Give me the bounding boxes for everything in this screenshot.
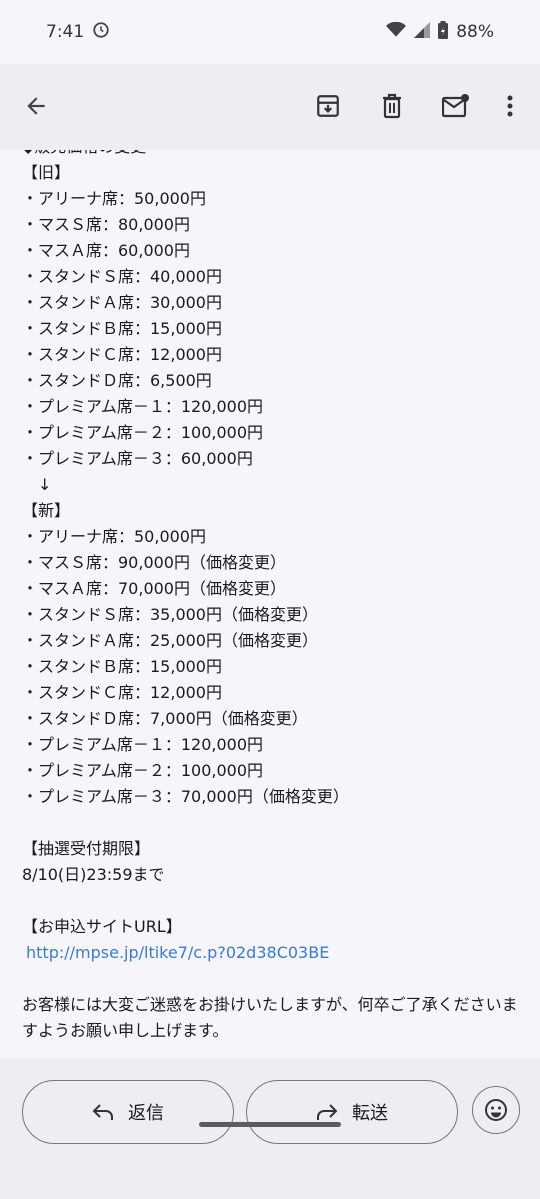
top-app-bar <box>0 64 540 150</box>
status-bar: 7:41 88% <box>0 0 540 64</box>
list-item: ・マスＡ席：70,000円（価格変更） <box>22 579 286 598</box>
list-item: ・スタンドＢ席：15,000円 <box>22 319 222 338</box>
battery-percent: 88% <box>456 22 494 42</box>
list-item: ・スタンドＢ席：15,000円 <box>22 657 222 676</box>
reply-label: 返信 <box>128 1103 164 1124</box>
arrow-back-icon <box>27 97 45 115</box>
site-url-link[interactable]: http://mpse.jp/ltike7/c.p?02d38C03BE <box>22 940 522 966</box>
old-prices-header: 【旧】 <box>22 163 71 182</box>
signal-icon <box>414 21 431 43</box>
forward-button[interactable]: 転送 <box>246 1080 458 1144</box>
trash-icon <box>383 93 401 119</box>
archive-button[interactable] <box>306 84 350 128</box>
more-vert-icon <box>507 95 513 117</box>
apology-paragraph: お客様には大変ご迷惑をお掛けいたしますが、何卒ご了承くださいますようお願い申し上… <box>22 995 518 1040</box>
list-item: ・マスＳ席：80,000円 <box>22 215 190 234</box>
list-item: ・スタンドＣ席：12,000円 <box>22 683 222 702</box>
list-item: ・プレミアム席－３：70,000円（価格変更） <box>22 787 349 806</box>
new-price-list: ・アリーナ席：50,000円 ・マスＳ席：90,000円（価格変更） ・マスＡ席… <box>22 524 522 810</box>
price-change-heading: ◆販売価格の変更 <box>22 150 522 160</box>
list-item: ・スタンドＤ席：6,500円 <box>22 371 212 390</box>
site-url-header: 【お申込サイトURL】 <box>22 917 182 936</box>
list-item: ・スタンドＣ席：12,000円 <box>22 345 222 364</box>
down-arrow: ↓ <box>38 475 52 494</box>
reply-icon <box>92 1104 113 1120</box>
mail-body: ◆販売価格の変更 【旧】 ・アリーナ席：50,000円 ・マスＳ席：80,000… <box>0 150 540 1058</box>
emoji-reaction-button[interactable] <box>472 1086 520 1134</box>
list-item: ・スタンドＡ席：30,000円 <box>22 293 222 312</box>
list-item: ・スタンドＡ席：25,000円（価格変更） <box>22 631 318 650</box>
more-options-button[interactable] <box>490 84 530 128</box>
list-item: ・スタンドＤ席：7,000円（価格変更） <box>22 709 308 728</box>
mark-unread-icon <box>442 94 469 118</box>
back-button[interactable] <box>14 84 58 128</box>
list-item: ・プレミアム席－２：100,000円 <box>22 761 264 780</box>
deadline-header: 【抽選受付期限】 <box>22 839 151 858</box>
battery-icon <box>438 20 449 44</box>
wifi-icon <box>386 21 407 43</box>
bottom-action-bar: 返信 転送 <box>0 1058 540 1199</box>
deadline-value: 8/10(日)23:59まで <box>22 865 165 884</box>
list-item: ・プレミアム席－３：60,000円 <box>22 449 253 468</box>
mark-unread-button[interactable] <box>434 84 478 128</box>
delete-button[interactable] <box>370 84 414 128</box>
mail-content: ◆販売価格の変更 【旧】 ・アリーナ席：50,000円 ・マスＳ席：80,000… <box>22 150 522 1058</box>
list-item: ・マスＡ席：60,000円 <box>22 241 190 260</box>
list-item: ・スタンドＳ席：35,000円（価格変更） <box>22 605 318 624</box>
list-item: ・アリーナ席：50,000円 <box>22 189 206 208</box>
list-item: ・プレミアム席－１：120,000円 <box>22 397 264 416</box>
list-item: ・プレミアム席－２：100,000円 <box>22 423 264 442</box>
list-item: ・アリーナ席：50,000円 <box>22 527 206 546</box>
home-indicator[interactable] <box>199 1122 341 1127</box>
sync-icon <box>92 21 110 44</box>
forward-label: 転送 <box>352 1103 388 1124</box>
list-item: ・マスＳ席：90,000円（価格変更） <box>22 553 286 572</box>
reply-button[interactable]: 返信 <box>22 1080 234 1144</box>
status-time: 7:41 <box>46 22 85 42</box>
emoji-icon <box>485 1099 507 1121</box>
old-price-list: ・アリーナ席：50,000円 ・マスＳ席：80,000円 ・マスＡ席：60,00… <box>22 186 522 472</box>
list-item: ・スタンドＳ席：40,000円 <box>22 267 222 286</box>
list-item: ・プレミアム席－１：120,000円 <box>22 735 264 754</box>
forward-icon <box>317 1104 338 1120</box>
new-prices-header: 【新】 <box>22 501 71 520</box>
archive-icon <box>317 95 339 117</box>
